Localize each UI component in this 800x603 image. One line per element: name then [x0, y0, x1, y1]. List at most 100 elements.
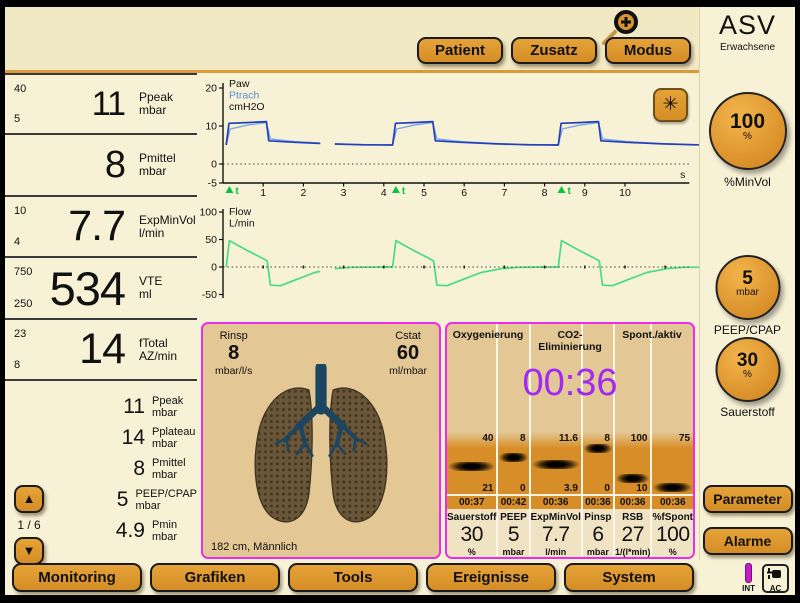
sauerstoff-knob[interactable]: 30 %: [715, 337, 780, 402]
knob-unit: mbar: [717, 287, 778, 298]
gauge-name: RSB: [615, 512, 651, 523]
svg-text:6: 6: [461, 187, 467, 199]
secondary-row: 14Pplateaumbar: [5, 422, 197, 453]
monitor-row-ftotal: 238 14 fTotalAZ/min: [5, 318, 197, 381]
svg-text:t: t: [567, 186, 571, 197]
gauge-timer: 00:36: [583, 494, 613, 509]
peep-cpap-knob[interactable]: 5 mbar: [715, 255, 780, 320]
monitor-unit: mbar: [152, 407, 183, 419]
flow-waveform-chart: 100500-50FlowL/min: [193, 203, 699, 321]
monitor-label: ExpMinVol: [139, 214, 197, 227]
freeze-curves-button[interactable]: ✳: [653, 88, 688, 122]
peep-cpap-knob-label: PEEP/CPAP: [700, 323, 795, 337]
gauge-name: Pinsp: [583, 512, 613, 523]
svg-text:t: t: [235, 186, 239, 197]
parameter-button[interactable]: Parameter: [703, 485, 793, 513]
battery-label: INT: [742, 584, 755, 593]
monitor-value: 11: [37, 85, 133, 124]
sauerstoff-knob-label: Sauerstoff: [700, 405, 795, 419]
knob-unit: %: [711, 131, 785, 142]
gauge-indicator: [531, 460, 581, 469]
monitor-label: PEEP/CPAP: [135, 488, 197, 500]
minvol-knob[interactable]: 100 %: [709, 92, 787, 170]
svg-text:3: 3: [341, 187, 347, 199]
svg-text:Flow: Flow: [229, 206, 252, 218]
gauge-max: 8: [604, 433, 610, 444]
gauge-value: 27: [615, 523, 651, 547]
gauge-timer: 00:42: [498, 494, 528, 509]
svg-text:10: 10: [619, 187, 631, 199]
svg-text:7: 7: [501, 187, 507, 199]
gauge-name: ExpMinVol: [531, 512, 581, 523]
svg-text:1: 1: [260, 187, 266, 199]
monitor-row-expminvol: 104 7.7 ExpMinVoll/min: [5, 195, 197, 256]
monitor-value: 7.7: [37, 202, 133, 251]
svg-text:L/min: L/min: [229, 218, 255, 230]
gauge-indicator: [583, 444, 613, 453]
tab-tools[interactable]: Tools: [288, 563, 418, 592]
battery-icon: [745, 563, 752, 583]
svg-text:cmH2O: cmH2O: [229, 101, 265, 113]
gauge-value: 100: [652, 523, 693, 547]
monitor-row-ppeak: 405 11 Ppeakmbar: [5, 73, 197, 133]
monitor-value: 14: [5, 426, 145, 450]
patient-button[interactable]: Patient: [417, 37, 503, 64]
pressure-waveform-chart: 20100-512345678910stttPawPtrachcmH2O: [193, 75, 699, 201]
svg-text:4: 4: [381, 187, 387, 199]
gauge-expminvol: 11.63.9 00:36 ExpMinVol7.7l/min: [531, 324, 583, 557]
top-bar: Patient Zusatz Modus: [5, 7, 699, 73]
gauge-value: 7.7: [531, 523, 581, 547]
monitor-value: 11: [5, 395, 145, 419]
section-oxygenierung: Oxygenierung: [447, 329, 529, 353]
monitor-value: 14: [37, 325, 133, 374]
monitor-label: fTotal: [139, 337, 197, 350]
gauge-unit: %: [652, 547, 693, 557]
asv-monitor-panel[interactable]: 4021 00:37 Sauerstoff30% 80 00:42 PEEP5m…: [445, 322, 695, 559]
rinsp-label: Rinsp: [215, 330, 252, 342]
internal-battery-indicator: INT: [742, 563, 755, 593]
monitor-unit: mbar: [139, 165, 197, 178]
bottom-bar: Monitoring Grafiken Tools Ereignisse Sys…: [5, 563, 795, 595]
monitor-label: Pplateau: [152, 426, 195, 438]
page-up-button[interactable]: ▲: [14, 485, 44, 513]
section-co2-eliminierung: CO2-Eliminierung: [529, 329, 611, 353]
monitor-unit: AZ/min: [139, 350, 197, 363]
gauge-timer: 00:37: [447, 494, 496, 509]
gauge-timer: 00:36: [531, 494, 581, 509]
gauge-timer: 00:36: [615, 494, 651, 509]
svg-text:100: 100: [199, 207, 217, 219]
svg-text:s: s: [680, 169, 685, 181]
monitor-pager: ▲ 1 / 6 ▼: [11, 485, 47, 565]
alarm-limit-low: 250: [14, 298, 37, 310]
monitor-values-column: 405 11 Ppeakmbar 8 Pmittelmbar 104 7.7 E…: [5, 73, 197, 565]
tab-system[interactable]: System: [564, 563, 694, 592]
gauge-unit: 1/(l*min): [615, 547, 651, 557]
page-indicator: 1 / 6: [11, 518, 47, 532]
page-down-button[interactable]: ▼: [14, 537, 44, 565]
gauge-unit: %: [447, 547, 496, 557]
gauge-rsb: 10010 00:36 RSB271/(l*min): [615, 324, 653, 557]
monitor-row-pmittel: 8 Pmittelmbar: [5, 133, 197, 195]
gauge-unit: mbar: [583, 547, 613, 557]
svg-text:-50: -50: [202, 289, 217, 301]
modus-button[interactable]: Modus: [605, 37, 691, 64]
monitor-value: 8: [37, 144, 133, 187]
secondary-row: 8Pmittelmbar: [5, 453, 197, 484]
zusatz-button[interactable]: Zusatz: [511, 37, 597, 64]
tab-ereignisse[interactable]: Ereignisse: [426, 563, 556, 592]
gauge-name: %fSpont: [652, 512, 693, 523]
gauge-indicator: [447, 462, 496, 471]
monitor-unit: ml: [139, 288, 197, 301]
monitor-value: 534: [37, 261, 133, 316]
dynamic-lung-panel[interactable]: Rinsp 8 mbar/l/s Cstat 60 ml/mbar: [201, 322, 441, 559]
tab-grafiken[interactable]: Grafiken: [150, 563, 280, 592]
gauge-max: 40: [482, 433, 493, 444]
knob-unit: %: [717, 369, 778, 380]
tab-monitoring[interactable]: Monitoring: [12, 563, 142, 592]
gauge-max: 8: [520, 433, 526, 444]
alarm-limit-high: 40: [14, 83, 37, 95]
gauge-name: Sauerstoff: [447, 512, 496, 523]
alarme-button[interactable]: Alarme: [703, 527, 793, 555]
monitor-unit: mbar: [135, 500, 197, 512]
svg-text:5: 5: [421, 187, 427, 199]
